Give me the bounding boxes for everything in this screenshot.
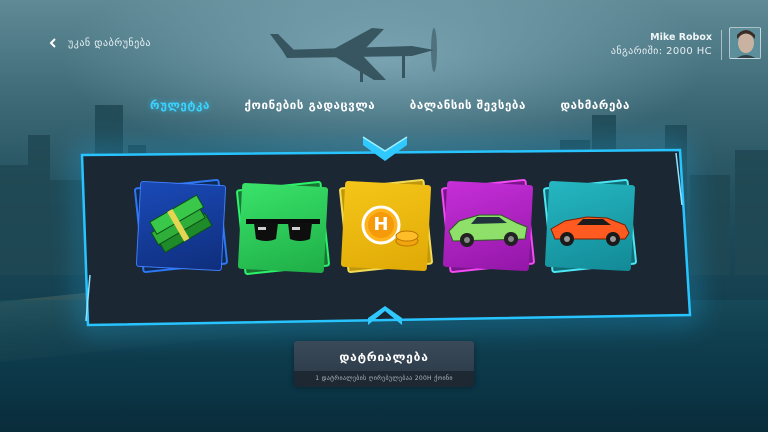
avatar-portrait-icon — [730, 28, 760, 58]
avatar[interactable] — [729, 27, 761, 59]
balance-text: ანგარიში: 2000 HC — [610, 46, 712, 57]
tab-top-up-balance[interactable]: ბალანსის შევსება — [410, 98, 526, 112]
coin-letter: H — [373, 214, 389, 235]
airplane-image — [270, 28, 437, 82]
sunglasses-icon — [246, 219, 320, 241]
cash-stack-icon — [149, 194, 213, 254]
roulette-item-sunglasses[interactable] — [235, 180, 331, 276]
tab-roulette[interactable]: რულეტკა — [150, 98, 210, 112]
tab-help[interactable]: დახმარება — [560, 98, 630, 112]
spin-button-label: დატრიალება — [339, 350, 429, 364]
roulette-item-cash[interactable] — [133, 178, 229, 274]
back-button[interactable]: უკან დაბრუნება — [48, 37, 151, 49]
user-name: Mike Robox — [650, 32, 712, 43]
roulette-panel: H — [60, 125, 710, 345]
roulette-item-green-car[interactable] — [440, 178, 536, 274]
bottom-pointer-icon — [368, 306, 402, 325]
user-info: Mike Robox ანგარიში: 2000 HC — [611, 32, 712, 57]
green-sports-car-icon — [448, 214, 528, 247]
header-divider — [721, 30, 722, 60]
chevron-left-icon — [49, 38, 56, 48]
tab-bar: რულეტკა ქოინების გადაცვლა ბალანსის შევსე… — [150, 98, 630, 112]
spin-cost-note: 1 დატრიალების ღირებულებაა 200H ქოინი — [294, 371, 474, 387]
top-pointer-icon — [362, 136, 408, 161]
back-label: უკან დაბრუნება — [68, 37, 151, 49]
tab-coin-exchange[interactable]: ქოინების გადაცვლა — [245, 98, 376, 112]
orange-supercar-icon — [550, 216, 630, 246]
roulette-item-orange-car[interactable] — [542, 178, 638, 274]
roulette-item-coins[interactable]: H — [338, 178, 434, 274]
